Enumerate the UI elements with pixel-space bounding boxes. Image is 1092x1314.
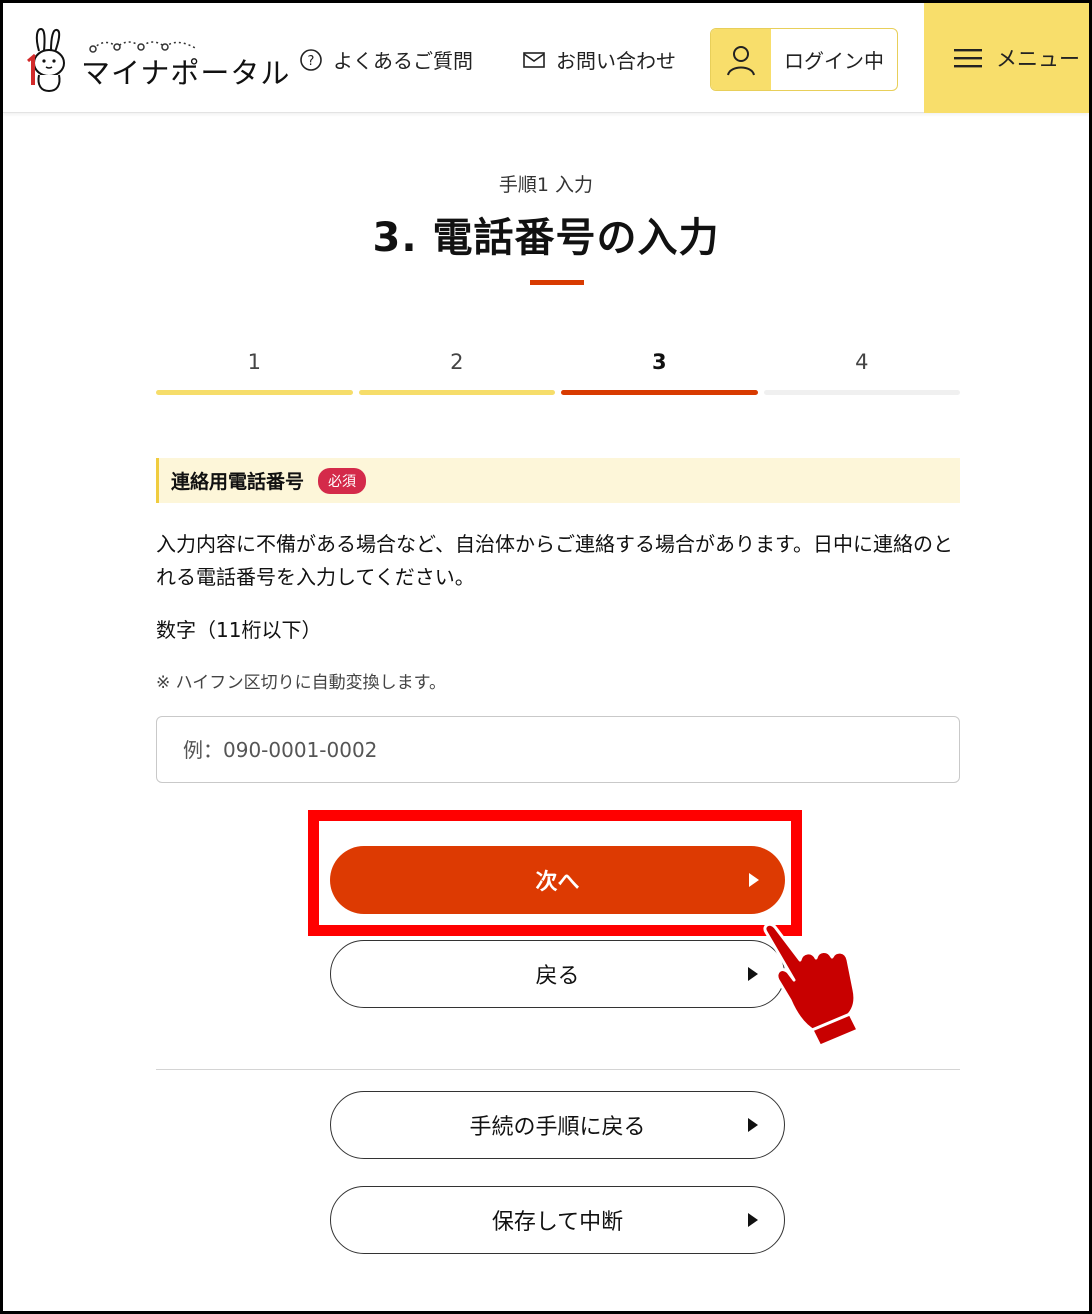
return-to-procedure-label: 手続の手順に戻る	[469, 1115, 646, 1140]
step-bar	[763, 390, 960, 395]
step-number: 1	[247, 350, 261, 374]
step-number-current: 3	[651, 350, 667, 374]
back-button[interactable]: 戻る	[330, 940, 785, 1008]
step-2: 2	[358, 350, 555, 395]
envelope-icon	[522, 50, 546, 70]
rabbit-mascot-icon	[27, 27, 65, 93]
faq-label: よくあるご質問	[333, 49, 473, 73]
play-arrow-icon	[748, 1118, 758, 1132]
page-title: 3. 電話番号の入力	[372, 215, 720, 261]
phone-description: 入力内容に不備がある場合など、自治体からご連絡する場合があります。日中に連絡のと…	[156, 532, 953, 589]
back-button-label: 戻る	[535, 964, 580, 989]
phone-format-hint: 数字（11桁以下）	[156, 618, 322, 642]
phone-section-heading: 連絡用電話番号 必須	[156, 458, 960, 503]
menu-button[interactable]: メニュー	[924, 3, 1089, 113]
faq-link[interactable]: ? よくあるご質問	[299, 45, 473, 74]
step-3: 3	[561, 350, 758, 395]
step-bar	[358, 390, 555, 395]
hyphen-note: ※ ハイフン区切りに自動変換します。	[156, 673, 446, 693]
title-underline	[530, 280, 584, 285]
hamburger-icon	[954, 47, 982, 69]
section-divider	[156, 1069, 960, 1070]
step-number: 2	[450, 350, 464, 374]
step-number: 4	[855, 350, 869, 374]
step-bar-current	[561, 390, 758, 395]
progress-stepper: 1 2 3 4	[156, 350, 960, 395]
save-and-suspend-button[interactable]: 保存して中断	[330, 1186, 785, 1254]
contact-label: お問い合わせ	[556, 49, 676, 73]
user-icon-wrap	[711, 29, 771, 90]
step-caption: 手順1 入力	[498, 174, 594, 196]
required-badge: 必須	[318, 467, 367, 494]
user-icon	[727, 45, 755, 75]
site-header: マイナポータル ? よくあるご質問 お問い合わせ ログイン中 メニュー	[3, 3, 1089, 113]
return-to-procedure-button[interactable]: 手続の手順に戻る	[330, 1091, 785, 1159]
logo-text: マイナポータル	[81, 56, 291, 90]
contact-link[interactable]: お問い合わせ	[522, 45, 676, 74]
login-status-button[interactable]: ログイン中	[710, 28, 898, 91]
section-label-text: 連絡用電話番号	[171, 471, 305, 493]
login-label: ログイン中	[784, 49, 884, 73]
step-bar	[156, 390, 353, 395]
site-logo[interactable]: マイナポータル	[25, 27, 289, 93]
step-4: 4	[763, 350, 960, 395]
phone-number-input[interactable]	[156, 716, 960, 783]
menu-label: メニュー	[996, 47, 1080, 71]
highlight-frame	[308, 810, 802, 936]
step-1: 1	[156, 350, 353, 395]
save-and-suspend-label: 保存して中断	[491, 1210, 624, 1235]
svg-text:?: ?	[308, 54, 315, 69]
play-arrow-icon	[748, 1213, 758, 1227]
pointing-hand-icon	[763, 922, 860, 1046]
question-circle-icon: ?	[299, 48, 323, 72]
